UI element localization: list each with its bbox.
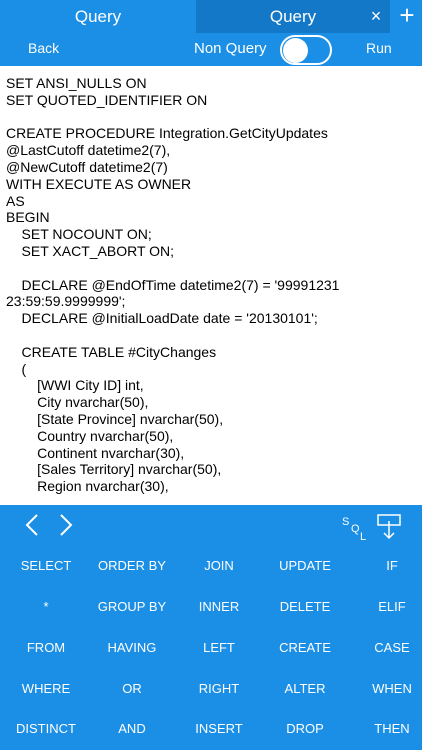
key-order-by[interactable]: ORDER BY [90,546,174,586]
sql-keypad: SELECT ORDER BY JOIN UPDATE IF * GROUP B… [0,545,422,750]
key-when[interactable]: WHEN [350,669,422,709]
tab-query-1[interactable]: Query [0,0,196,33]
toggle-knob [283,38,308,63]
key-having[interactable]: HAVING [90,628,174,668]
back-button[interactable]: Back [28,33,59,64]
key-where[interactable]: WHERE [4,669,88,709]
tab-bar: Query Query × + [0,0,422,33]
non-query-label: Non Query [194,40,267,57]
sql-editor[interactable]: SET ANSI_NULLS ON SET QUOTED_IDENTIFIER … [6,75,416,505]
key-right[interactable]: RIGHT [177,669,261,709]
sql-icon[interactable]: S Q L [340,513,370,541]
key-and[interactable]: AND [90,709,174,749]
close-tab-icon[interactable]: × [364,0,388,33]
key-update[interactable]: UPDATE [263,546,347,586]
add-tab-icon[interactable]: + [392,0,422,33]
svg-text:S: S [342,516,349,528]
key-insert[interactable]: INSERT [177,709,261,749]
chevron-left-icon[interactable] [22,513,46,537]
key-distinct[interactable]: DISTINCT [4,709,88,749]
key-left[interactable]: LEFT [177,628,261,668]
key-elif[interactable]: ELIF [350,587,422,627]
non-query-toggle[interactable] [280,35,332,65]
key-then[interactable]: THEN [350,709,422,749]
key-alter[interactable]: ALTER [263,669,347,709]
toolbar: Back Non Query Run [0,33,422,66]
chevron-right-icon[interactable] [54,513,78,537]
key-select[interactable]: SELECT [4,546,88,586]
insert-icon[interactable] [376,513,402,541]
key-from[interactable]: FROM [4,628,88,668]
key-drop[interactable]: DROP [263,709,347,749]
tab-query-2[interactable]: Query [196,0,390,33]
key-star[interactable]: * [4,587,88,627]
key-case[interactable]: CASE [350,628,422,668]
key-join[interactable]: JOIN [177,546,261,586]
key-inner[interactable]: INNER [177,587,261,627]
key-create[interactable]: CREATE [263,628,347,668]
key-delete[interactable]: DELETE [263,587,347,627]
key-group-by[interactable]: GROUP BY [90,587,174,627]
run-button[interactable]: Run [366,33,392,64]
svg-text:Q: Q [351,523,360,535]
key-or[interactable]: OR [90,669,174,709]
cursor-bar: S Q L [0,505,422,545]
key-if[interactable]: IF [350,546,422,586]
svg-text:L: L [360,531,366,541]
